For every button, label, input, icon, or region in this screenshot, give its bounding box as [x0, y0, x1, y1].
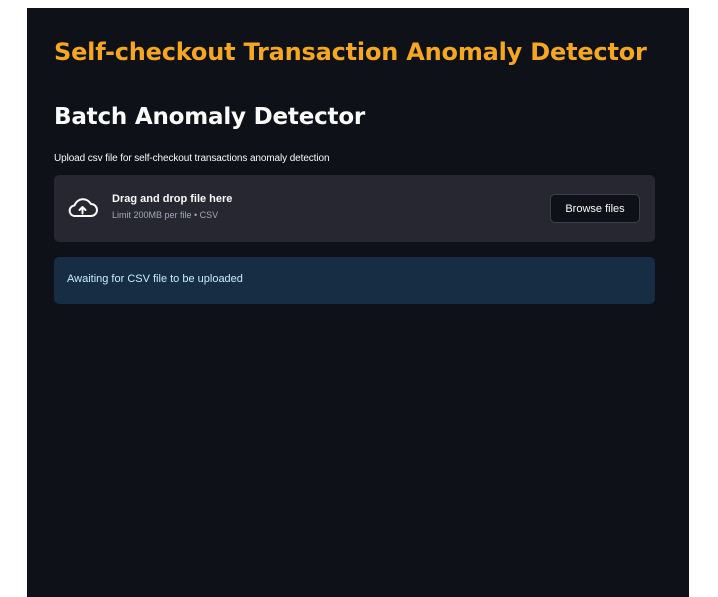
info-alert: Awaiting for CSV file to be uploaded	[54, 257, 655, 304]
cloud-upload-icon	[65, 195, 99, 221]
app-main: Self-checkout Transaction Anomaly Detect…	[27, 8, 689, 597]
uploader-label: Upload csv file for self-checkout transa…	[54, 153, 330, 164]
file-limit-text: Limit 200MB per file • CSV	[112, 210, 219, 220]
browse-files-button[interactable]: Browse files	[550, 194, 640, 223]
section-title: Batch Anomaly Detector	[54, 104, 366, 130]
alert-message: Awaiting for CSV file to be uploaded	[67, 273, 243, 285]
file-dropzone[interactable]: Drag and drop file here Limit 200MB per …	[54, 175, 655, 242]
dropzone-instructions: Drag and drop file here Limit 200MB per …	[112, 193, 232, 220]
drop-instruction-text: Drag and drop file here	[112, 193, 233, 205]
app-title: Self-checkout Transaction Anomaly Detect…	[54, 38, 647, 66]
